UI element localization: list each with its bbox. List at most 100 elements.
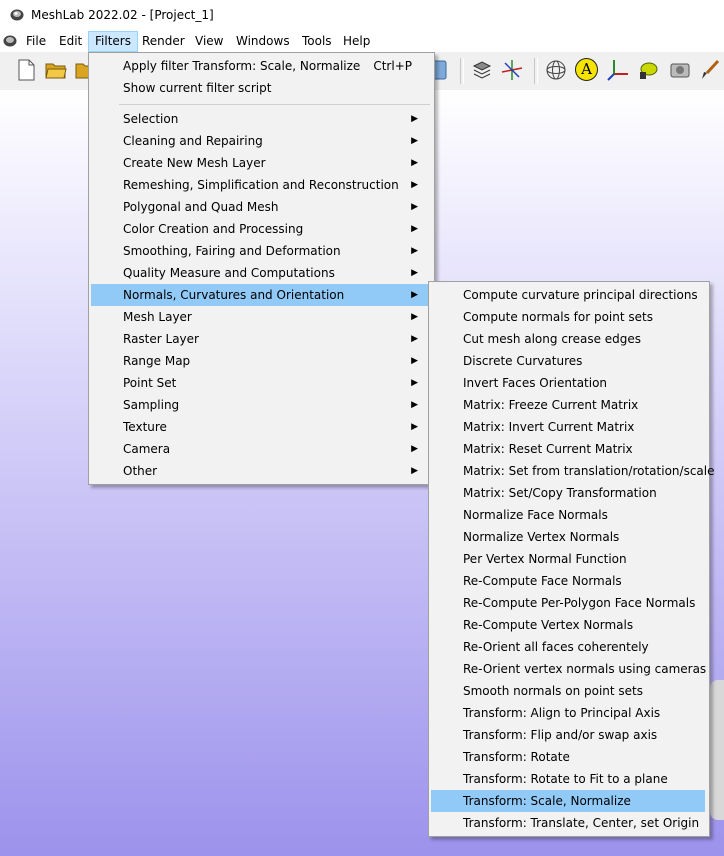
submenu-item-compute-normals-for-point-sets[interactable]: Compute normals for point sets [431, 306, 705, 328]
filter-category-color-creation-and-processing[interactable]: Color Creation and Processing ▶ [91, 218, 432, 240]
submenu-item-label: Per Vertex Normal Function [463, 552, 627, 566]
submenu-arrow-icon: ▶ [411, 466, 418, 476]
submenu-item-label: Invert Faces Orientation [463, 376, 608, 390]
submenu-arrow-icon: ▶ [411, 334, 418, 344]
submenu-arrow-icon: ▶ [411, 444, 418, 454]
submenu-item-re-compute-vertex-normals[interactable]: Re-Compute Vertex Normals [431, 614, 705, 636]
menu-edit[interactable]: Edit [53, 31, 88, 51]
filter-category-create-new-mesh-layer[interactable]: Create New Mesh Layer ▶ [91, 152, 432, 174]
submenu-item-label: Re-Orient all faces coherentely [463, 640, 649, 654]
submenu-item-transform-scale-normalize[interactable]: Transform: Scale, Normalize [431, 790, 705, 812]
filter-category-cleaning-and-repairing[interactable]: Cleaning and Repairing ▶ [91, 130, 432, 152]
filter-category-mesh-layer[interactable]: Mesh Layer ▶ [91, 306, 432, 328]
camera-icon[interactable] [668, 58, 692, 82]
submenu-item-re-compute-per-polygon-face-normals[interactable]: Re-Compute Per-Polygon Face Normals [431, 592, 705, 614]
submenu-arrow-icon: ▶ [411, 312, 418, 322]
new-project-icon[interactable] [14, 58, 38, 82]
submenu-item-invert-faces-orientation[interactable]: Invert Faces Orientation [431, 372, 705, 394]
menu-render[interactable]: Render [136, 31, 191, 51]
submenu-item-label: Matrix: Invert Current Matrix [463, 420, 635, 434]
submenu-arrow-icon: ▶ [411, 268, 418, 278]
submenu-item-re-orient-all-faces-coherentely[interactable]: Re-Orient all faces coherentely [431, 636, 705, 658]
submenu-item-label: Compute curvature principal directions [463, 288, 698, 302]
mesh-object[interactable] [710, 680, 724, 820]
show-filter-script-item[interactable]: Show current filter script [91, 77, 432, 99]
submenu-arrow-icon: ▶ [411, 114, 418, 124]
submenu-item-matrix-reset-current-matrix[interactable]: Matrix: Reset Current Matrix [431, 438, 705, 460]
filter-category-quality-measure-and-computations[interactable]: Quality Measure and Computations ▶ [91, 262, 432, 284]
submenu-item-label: Re-Compute Vertex Normals [463, 618, 634, 632]
submenu-item-label: Normalize Face Normals [463, 508, 608, 522]
submenu-item-transform-rotate[interactable]: Transform: Rotate [431, 746, 705, 768]
submenu-item-discrete-curvatures[interactable]: Discrete Curvatures [431, 350, 705, 372]
submenu-item-matrix-freeze-current-matrix[interactable]: Matrix: Freeze Current Matrix [431, 394, 705, 416]
submenu-item-transform-rotate-to-fit-to-a-plane[interactable]: Transform: Rotate to Fit to a plane [431, 768, 705, 790]
open-project-icon[interactable] [44, 58, 68, 82]
submenu-item-transform-translate-center-set-origin[interactable]: Transform: Translate, Center, set Origin [431, 812, 705, 834]
toolbar-separator [460, 58, 464, 84]
submenu-item-label: Re-Compute Per-Polygon Face Normals [463, 596, 696, 610]
submenu-item-compute-curvature-principal-directions[interactable]: Compute curvature principal directions [431, 284, 705, 306]
menu-separator [119, 104, 430, 105]
filter-category-label: Texture [123, 420, 167, 434]
submenu-arrow-icon: ▶ [411, 180, 418, 190]
submenu-item-matrix-set-copy-transformation[interactable]: Matrix: Set/Copy Transformation [431, 482, 705, 504]
filter-category-label: Cleaning and Repairing [123, 134, 263, 148]
submenu-item-transform-align-to-principal-axis[interactable]: Transform: Align to Principal Axis [431, 702, 705, 724]
submenu-arrow-icon: ▶ [411, 224, 418, 234]
filter-category-raster-layer[interactable]: Raster Layer ▶ [91, 328, 432, 350]
submenu-arrow-icon: ▶ [411, 290, 418, 300]
menu-bar: File Edit Filters Render View Windows Tools Hel… [0, 31, 724, 52]
filter-category-label: Create New Mesh Layer [123, 156, 266, 170]
title-bar: MeshLab 2022.02 - [Project_1] [0, 0, 724, 31]
submenu-item-cut-mesh-along-crease-edges[interactable]: Cut mesh along crease edges [431, 328, 705, 350]
submenu-item-re-orient-vertex-normals-using-cameras[interactable]: Re-Orient vertex normals using cameras [431, 658, 706, 680]
submenu-item-matrix-invert-current-matrix[interactable]: Matrix: Invert Current Matrix [431, 416, 705, 438]
submenu-item-smooth-normals-on-point-sets[interactable]: Smooth normals on point sets [431, 680, 705, 702]
axes-icon[interactable] [606, 58, 630, 82]
submenu-arrow-icon: ▶ [411, 136, 418, 146]
filter-category-smoothing-fairing-and-deformation[interactable]: Smoothing, Fairing and Deformation ▶ [91, 240, 432, 262]
submenu-item-normalize-vertex-normals[interactable]: Normalize Vertex Normals [431, 526, 705, 548]
submenu-item-label: Transform: Translate, Center, set Origin [463, 816, 700, 830]
submenu-item-per-vertex-normal-function[interactable]: Per Vertex Normal Function [431, 548, 705, 570]
menu-help[interactable]: Help [337, 31, 376, 51]
paint-icon[interactable] [636, 58, 660, 82]
sphere-view-icon[interactable] [544, 58, 568, 82]
filter-category-texture[interactable]: Texture ▶ [91, 416, 432, 438]
apply-filter-label: Apply filter Transform: Scale, Normalize [123, 59, 361, 73]
submenu-item-transform-flip-and-or-swap-axis[interactable]: Transform: Flip and/or swap axis [431, 724, 705, 746]
filter-category-range-map[interactable]: Range Map ▶ [91, 350, 432, 372]
filter-category-label: Normals, Curvatures and Orientation [123, 288, 345, 302]
submenu-arrow-icon: ▶ [411, 246, 418, 256]
bounding-box-icon[interactable] [470, 58, 494, 82]
filter-category-sampling[interactable]: Sampling ▶ [91, 394, 432, 416]
system-menu-icon[interactable] [3, 34, 17, 48]
submenu-arrow-icon: ▶ [411, 158, 418, 168]
apply-filter-item[interactable]: Apply filter Transform: Scale, Normalize… [91, 55, 432, 77]
filter-category-other[interactable]: Other ▶ [91, 460, 432, 482]
filter-category-remeshing-simplification-and-reconstruction[interactable]: Remeshing, Simplification and Reconstruc… [91, 174, 432, 196]
menu-view[interactable]: View [189, 31, 229, 51]
filter-category-label: Quality Measure and Computations [123, 266, 335, 280]
submenu-item-matrix-set-from-translation-rotation-scale[interactable]: Matrix: Set from translation/rotation/sc… [431, 460, 714, 482]
menu-windows[interactable]: Windows [230, 31, 296, 51]
menu-tools[interactable]: Tools [296, 31, 338, 51]
filter-category-polygonal-and-quad-mesh[interactable]: Polygonal and Quad Mesh ▶ [91, 196, 432, 218]
submenu-arrow-icon: ▶ [411, 400, 418, 410]
filter-category-label: Mesh Layer [123, 310, 192, 324]
window-title: MeshLab 2022.02 - [Project_1] [31, 8, 214, 22]
menu-filters[interactable]: Filters [88, 31, 138, 52]
paintbrush-icon[interactable] [698, 58, 722, 82]
annotation-icon[interactable]: A [575, 58, 598, 81]
menu-file[interactable]: File [20, 31, 52, 51]
filter-category-normals-curvatures-and-orientation[interactable]: Normals, Curvatures and Orientation ▶ [91, 284, 432, 306]
axis-gizmo-icon[interactable] [500, 58, 524, 82]
filter-category-camera[interactable]: Camera ▶ [91, 438, 432, 460]
submenu-item-normalize-face-normals[interactable]: Normalize Face Normals [431, 504, 705, 526]
submenu-item-re-compute-face-normals[interactable]: Re-Compute Face Normals [431, 570, 705, 592]
submenu-item-label: Transform: Flip and/or swap axis [463, 728, 658, 742]
filter-category-point-set[interactable]: Point Set ▶ [91, 372, 432, 394]
submenu-item-label: Smooth normals on point sets [463, 684, 643, 698]
filter-category-selection[interactable]: Selection ▶ [91, 108, 432, 130]
